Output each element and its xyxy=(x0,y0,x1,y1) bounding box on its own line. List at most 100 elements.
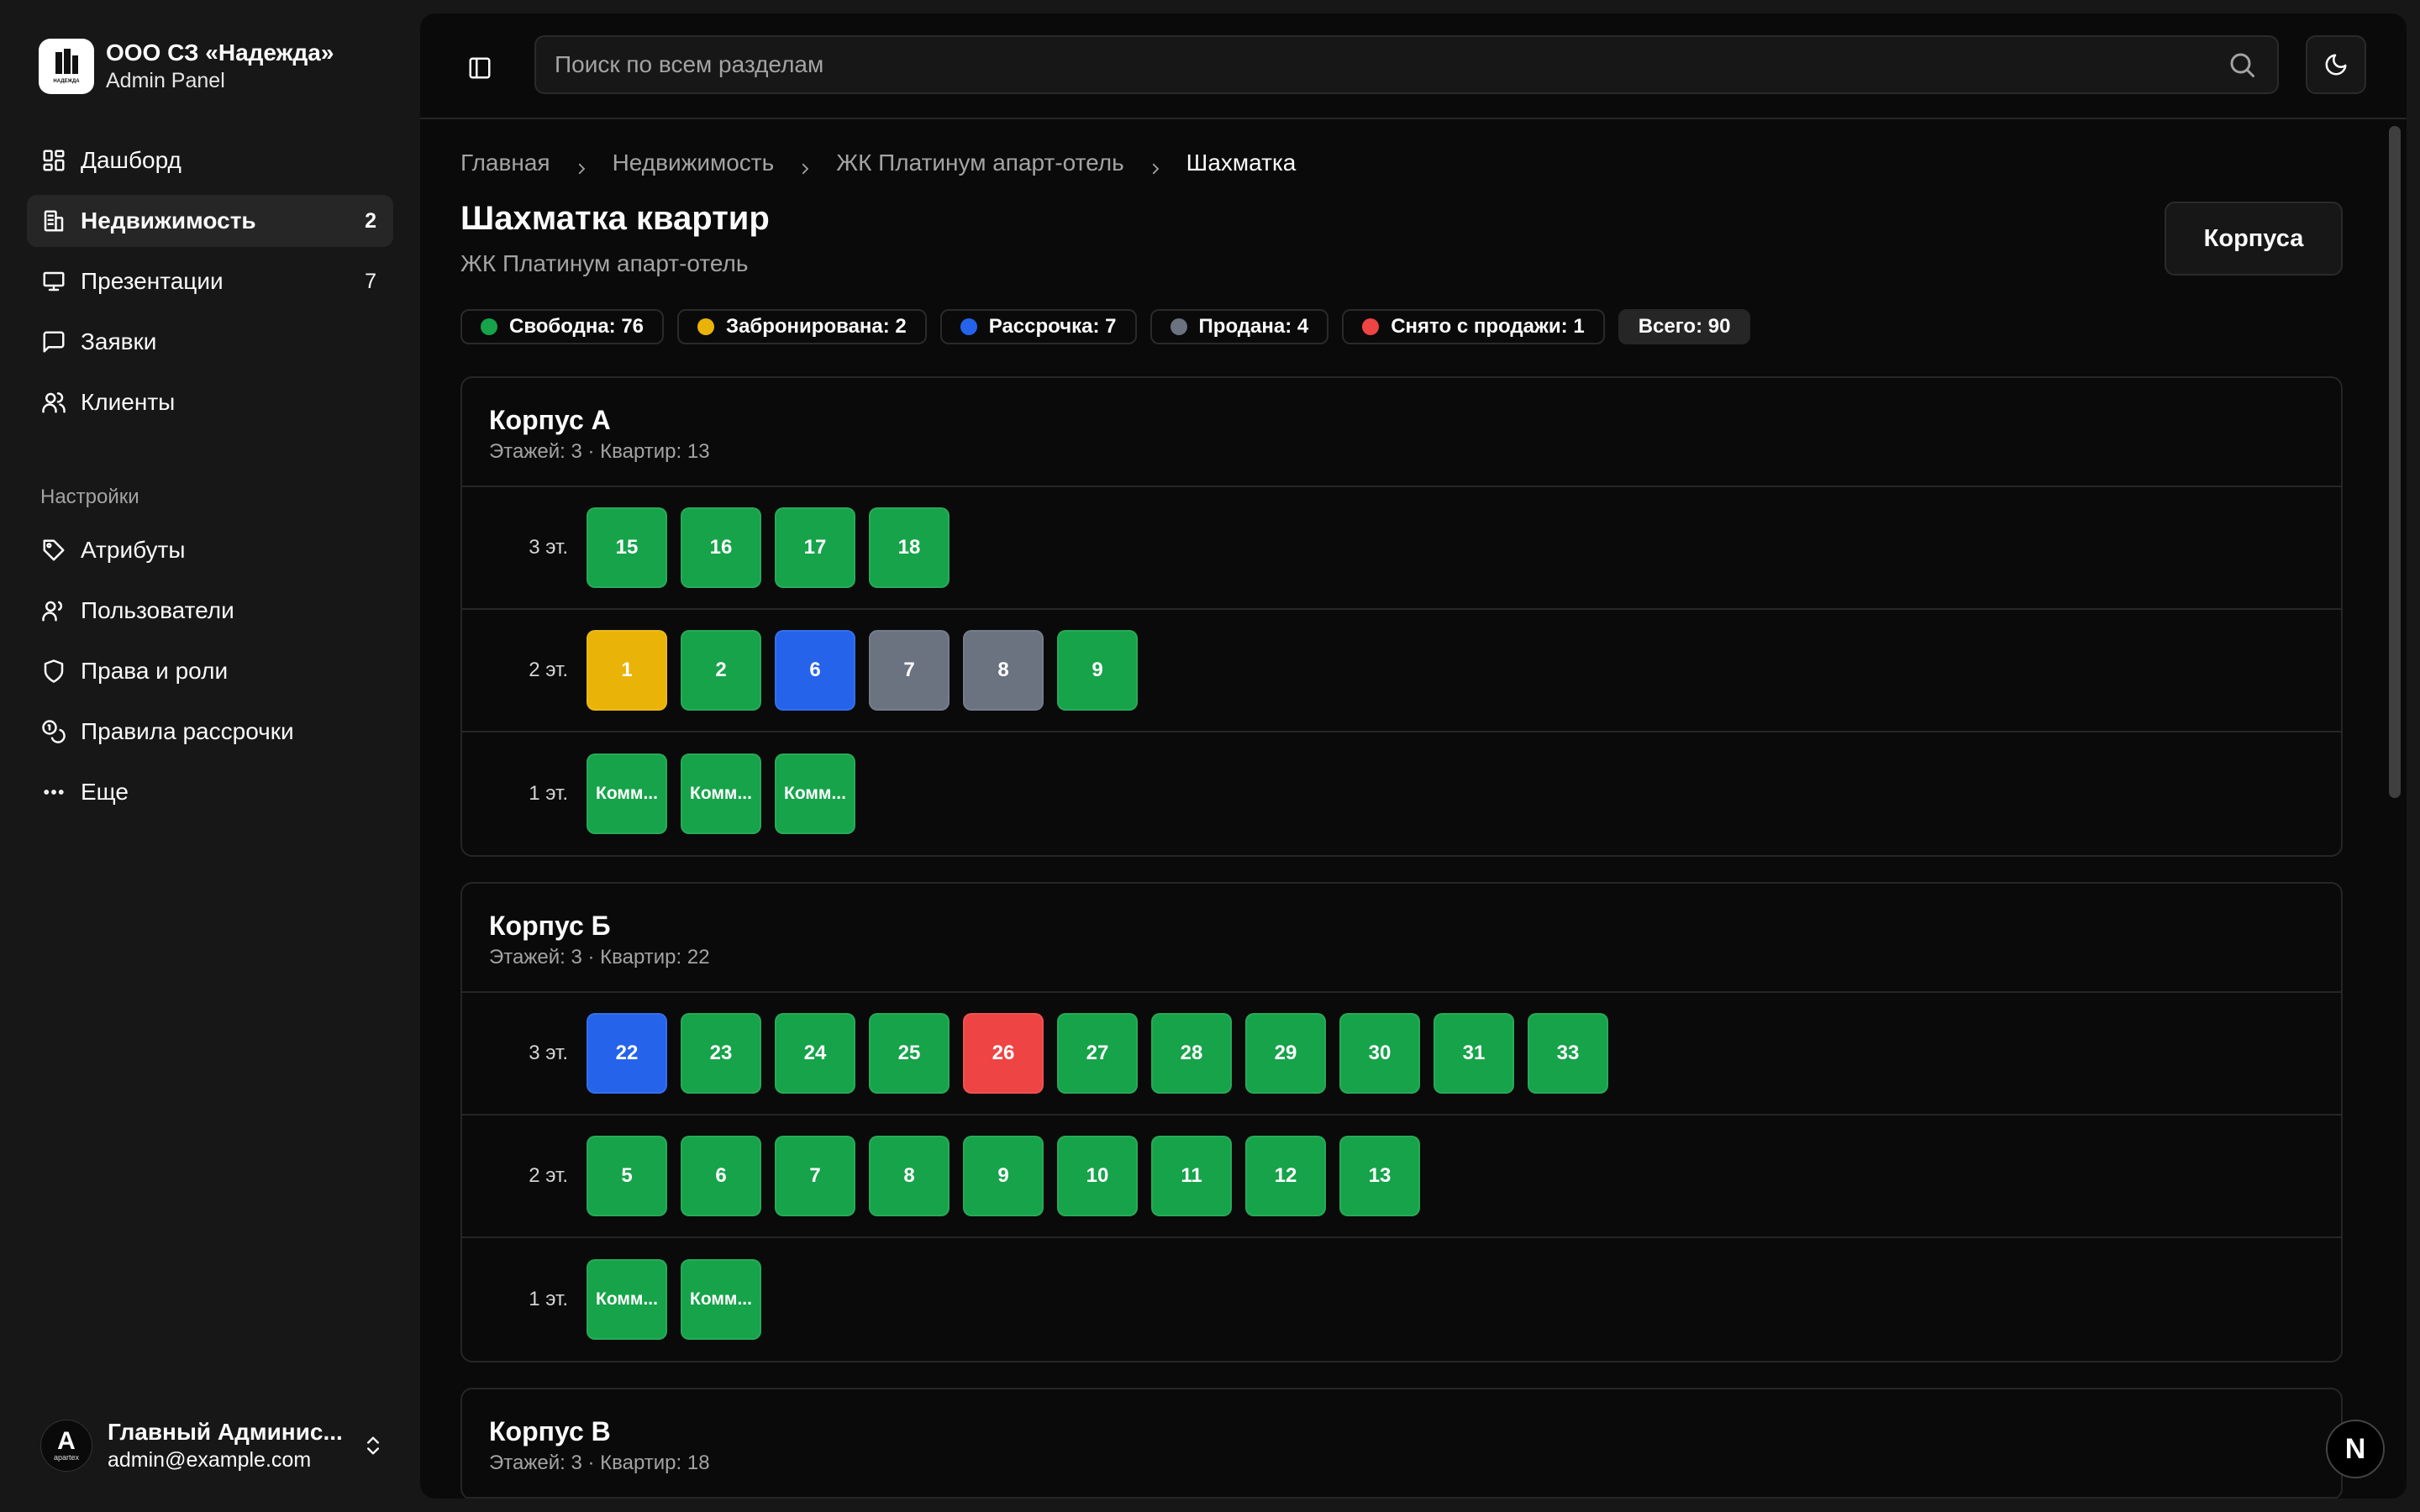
breadcrumb-link[interactable]: Главная xyxy=(460,150,550,176)
sidebar-item-presentation[interactable]: Презентации 7 xyxy=(27,255,393,307)
brand[interactable]: НАДЕЖДА ООО СЗ «Надежда» Admin Panel xyxy=(39,39,334,94)
legend-chip-withdrawn[interactable]: Снято с продажи: 1 xyxy=(1342,309,1605,344)
apartment-cell[interactable]: Комм... xyxy=(681,753,761,834)
floor-row: 3 эт. 15 16 17 18 xyxy=(462,487,2341,610)
apartment-cell[interactable]: 13 xyxy=(1339,1136,1420,1216)
apartment-cell[interactable]: 17 xyxy=(775,507,855,588)
chevron-right-icon xyxy=(1148,155,1163,175)
apartment-cell[interactable]: Комм... xyxy=(587,1259,667,1340)
apartment-cell[interactable]: 30 xyxy=(1339,1013,1420,1094)
settings-section-label: Настройки xyxy=(40,486,139,508)
coins-icon xyxy=(40,718,67,745)
apartment-cell[interactable]: 1 xyxy=(587,630,667,711)
buildings-button[interactable]: Корпуса xyxy=(2165,202,2343,276)
legend-chip-sold[interactable]: Продана: 4 xyxy=(1150,309,1329,344)
apartment-cell[interactable]: 8 xyxy=(869,1136,950,1216)
moon-icon xyxy=(2325,54,2347,76)
apartment-cell[interactable]: Комм... xyxy=(775,753,855,834)
floor-label: 3 эт. xyxy=(529,536,568,559)
search-icon[interactable] xyxy=(2227,50,2257,80)
apartment-cell[interactable]: 15 xyxy=(587,507,667,588)
apartment-cell[interactable]: 33 xyxy=(1528,1013,1608,1094)
apartment-cell[interactable]: 12 xyxy=(1245,1136,1326,1216)
building-title: Корпус А xyxy=(489,405,611,435)
apartment-cell[interactable]: 6 xyxy=(775,630,855,711)
breadcrumb-link[interactable]: ЖК Платинум апарт-отель xyxy=(836,150,1123,176)
legend-chip-booked[interactable]: Забронирована: 2 xyxy=(677,309,927,344)
apartment-cell[interactable]: 29 xyxy=(1245,1013,1326,1094)
building-card: Корпус В Этажей: 3 · Квартир: 18 xyxy=(460,1388,2343,1499)
sidebar: НАДЕЖДА ООО СЗ «Надежда» Admin Panel Даш… xyxy=(0,0,420,1512)
breadcrumb-link[interactable]: Недвижимость xyxy=(613,150,775,176)
user-menu[interactable]: A apartex Главный Админис... admin@examp… xyxy=(40,1418,385,1473)
units-row: 126789 xyxy=(587,630,1151,711)
scrollbar-thumb[interactable] xyxy=(2389,126,2401,798)
apartment-cell[interactable]: 27 xyxy=(1057,1013,1138,1094)
apartment-cell[interactable]: 11 xyxy=(1151,1136,1232,1216)
apartment-cell[interactable]: 6 xyxy=(681,1136,761,1216)
apartment-cell[interactable]: 23 xyxy=(681,1013,761,1094)
sidebar-item-coins[interactable]: Правила рассрочки xyxy=(27,706,393,758)
sidebar-item-more[interactable]: Еще xyxy=(27,766,393,818)
apartment-cell[interactable]: 2 xyxy=(681,630,761,711)
apartment-cell[interactable]: 10 xyxy=(1057,1136,1138,1216)
building-card: Корпус А Этажей: 3 · Квартир: 13 3 эт. 15 16… xyxy=(460,376,2343,857)
sidebar-item-label: Клиенты xyxy=(81,389,176,415)
sidebar-item-user[interactable]: Пользователи xyxy=(27,585,393,637)
status-dot xyxy=(1170,318,1187,335)
apartment-cell[interactable]: 18 xyxy=(869,507,950,588)
sidebar-item-message[interactable]: Заявки xyxy=(27,316,393,368)
apartment-cell[interactable]: Комм... xyxy=(587,753,667,834)
sidebar-item-dashboard[interactable]: Дашборд xyxy=(27,134,393,186)
apartment-cell[interactable]: 9 xyxy=(963,1136,1044,1216)
legend-chip-free[interactable]: Свободна: 76 xyxy=(460,309,665,344)
apartment-cell[interactable]: 24 xyxy=(775,1013,855,1094)
breadcrumb: Главная Недвижимость ЖК Платинум апарт-оте… xyxy=(460,150,1296,176)
apartment-cell[interactable]: 9 xyxy=(1057,630,1138,711)
sidebar-item-building[interactable]: Недвижимость 2 xyxy=(27,195,393,247)
theme-toggle-button[interactable] xyxy=(2306,35,2366,94)
legend-label: Рассрочка: 7 xyxy=(988,315,1117,338)
sidebar-toggle-button[interactable] xyxy=(462,50,497,86)
building-subtitle: Этажей: 3 · Квартир: 22 xyxy=(489,946,710,969)
floor-row: 3 эт. 22 23 24 25 26 27 28 29 30 31 33 xyxy=(462,993,2341,1116)
presentation-icon xyxy=(40,268,67,295)
shield-icon xyxy=(40,658,67,685)
sidebar-item-tag[interactable]: Атрибуты xyxy=(27,524,393,576)
legend-chip-installment[interactable]: Рассрочка: 7 xyxy=(939,309,1137,344)
sidebar-item-label: Пользователи xyxy=(81,597,234,623)
sidebar-item-users[interactable]: Клиенты xyxy=(27,376,393,428)
apartment-cell[interactable]: 26 xyxy=(963,1013,1044,1094)
search-bar xyxy=(534,35,2279,94)
units-row: 22 23 24 25 26 27 28 29 30 31 33 xyxy=(587,1013,1622,1094)
building-subtitle: Этажей: 3 · Квартир: 18 xyxy=(489,1452,710,1474)
apartment-cell[interactable]: 8 xyxy=(963,630,1044,711)
status-dot xyxy=(481,318,497,335)
apartment-cell[interactable]: Комм... xyxy=(681,1259,761,1340)
building-title: Корпус Б xyxy=(489,911,611,941)
apartment-cell[interactable]: 28 xyxy=(1151,1013,1232,1094)
user-name: Главный Админис... xyxy=(108,1419,343,1445)
dev-badge[interactable]: N xyxy=(2326,1420,2385,1478)
floor-label: 1 эт. xyxy=(529,782,568,805)
floor-row: 2 эт. 1 2 6 7 8 9 xyxy=(462,610,2341,732)
search-input[interactable] xyxy=(555,51,2227,78)
floor-row: 1 эт. Комм... Комм... xyxy=(462,1238,2341,1361)
apartment-cell[interactable]: 7 xyxy=(869,630,950,711)
status-legend: Свободна: 76 Забронирована: 2 Рассрочка: 7… xyxy=(460,309,1764,344)
units-row: 5 6 7 8 9 10 11 12 13 xyxy=(587,1136,1434,1216)
units-row: 15 16 17 18 xyxy=(587,507,963,588)
building-header: Корпус А Этажей: 3 · Квартир: 13 xyxy=(462,378,2341,487)
apartment-cell[interactable]: 7 xyxy=(775,1136,855,1216)
floor-row: 2 эт. 5 6 7 8 9 10 11 12 13 xyxy=(462,1116,2341,1238)
apartment-cell[interactable]: 5 xyxy=(587,1136,667,1216)
users-icon xyxy=(40,389,67,416)
sidebar-item-shield[interactable]: Права и роли xyxy=(27,645,393,697)
apartment-cell[interactable]: 16 xyxy=(681,507,761,588)
apartment-cell[interactable]: 22 xyxy=(587,1013,667,1094)
apartment-cell[interactable]: 25 xyxy=(869,1013,950,1094)
legend-total: Всего: 90 xyxy=(1618,309,1751,344)
status-dot xyxy=(697,318,715,335)
apartment-cell[interactable]: 31 xyxy=(1434,1013,1514,1094)
breadcrumb-current: Шахматка xyxy=(1186,150,1297,176)
